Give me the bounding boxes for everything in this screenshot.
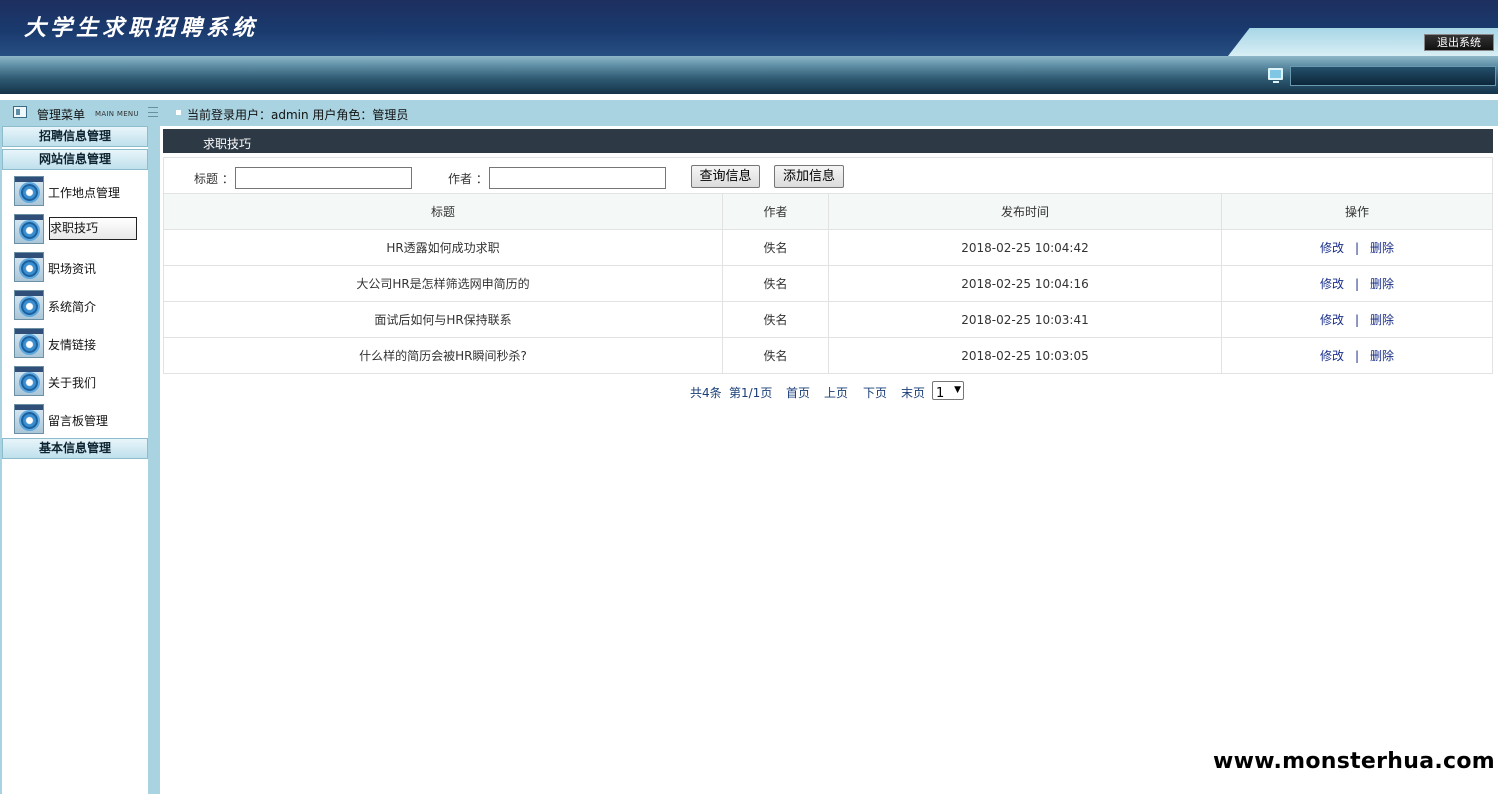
- edit-link[interactable]: 修改: [1320, 241, 1344, 255]
- sidebar-group-recruitment[interactable]: 招聘信息管理: [2, 126, 148, 147]
- gear-window-icon: [14, 404, 44, 434]
- edit-link[interactable]: 修改: [1320, 277, 1344, 291]
- table-row: 什么样的简历会被HR瞬间秒杀? 佚名 2018-02-25 10:03:05 修…: [163, 337, 1493, 374]
- cell-author: 佚名: [722, 229, 829, 266]
- menu-toggle-icon[interactable]: [148, 107, 158, 117]
- edit-link[interactable]: 修改: [1320, 349, 1344, 363]
- logout-button[interactable]: 退出系统: [1424, 34, 1494, 51]
- column-header-author: 作者: [722, 193, 829, 230]
- cell-actions: 修改 | 删除: [1221, 301, 1493, 338]
- table-row: HR透露如何成功求职 佚名 2018-02-25 10:04:42 修改 | 删除: [163, 229, 1493, 266]
- cell-title: 大公司HR是怎样筛选网申简历的: [163, 265, 723, 302]
- sidebar-item-system-intro[interactable]: 系统简介: [14, 290, 138, 320]
- menu-window-icon: [13, 106, 27, 118]
- action-divider: |: [1354, 349, 1360, 363]
- sidebar-item-work-location[interactable]: 工作地点管理: [14, 176, 138, 206]
- top-banner: 大学生求职招聘系统 退出系统: [0, 0, 1498, 56]
- cell-actions: 修改 | 删除: [1221, 337, 1493, 374]
- column-header-title: 标题: [163, 193, 723, 230]
- cell-time: 2018-02-25 10:03:05: [828, 337, 1222, 374]
- table-row: 面试后如何与HR保持联系 佚名 2018-02-25 10:03:41 修改 | 删…: [163, 301, 1493, 338]
- sidebar-item-message-board[interactable]: 留言板管理: [14, 404, 138, 434]
- cell-title: HR透露如何成功求职: [163, 229, 723, 266]
- cell-author: 佚名: [722, 337, 829, 374]
- cell-actions: 修改 | 删除: [1221, 265, 1493, 302]
- gear-window-icon: [14, 328, 44, 358]
- sidebar: 招聘信息管理 网站信息管理 工作地点管理 求职技巧 职场资讯 系统简介 友情链接…: [2, 126, 148, 794]
- pager-page-info: 第1/1页: [729, 386, 773, 400]
- column-header-time: 发布时间: [828, 193, 1222, 230]
- gear-window-icon: [14, 290, 44, 320]
- tips-table: 标题 作者 发布时间 操作 HR透露如何成功求职 佚名 2018-02-25 1…: [163, 193, 1493, 374]
- delete-link[interactable]: 删除: [1370, 349, 1394, 363]
- current-user-info: 当前登录用户：admin 用户角色：管理员: [187, 108, 409, 122]
- sidebar-item-label: 关于我们: [48, 376, 97, 390]
- sidebar-item-label: 工作地点管理: [48, 186, 121, 200]
- toolbar-field: [1290, 66, 1496, 86]
- sidebar-item-label: 系统简介: [48, 300, 97, 314]
- sidebar-item-about-us[interactable]: 关于我们: [14, 366, 138, 396]
- query-button[interactable]: 查询信息: [691, 165, 760, 188]
- sidebar-gutter: [148, 126, 160, 794]
- bullet-icon: [176, 110, 181, 115]
- pager-total: 共4条: [690, 386, 722, 400]
- table-header-row: 标题 作者 发布时间 操作: [163, 193, 1493, 230]
- table-row: 大公司HR是怎样筛选网申简历的 佚名 2018-02-25 10:04:16 修…: [163, 265, 1493, 302]
- menu-subtitle: MAIN MENU: [95, 110, 139, 118]
- author-label: 作者 ：: [448, 172, 488, 186]
- gear-window-icon: [14, 176, 44, 206]
- pager-last-link[interactable]: 末页: [901, 384, 925, 401]
- action-divider: |: [1354, 241, 1360, 255]
- title-label: 标题 ：: [194, 172, 234, 186]
- sidebar-item-friend-links[interactable]: 友情链接: [14, 328, 138, 358]
- menu-title: 管理菜单: [37, 108, 86, 122]
- delete-link[interactable]: 删除: [1370, 313, 1394, 327]
- page-title: 求职技巧: [203, 137, 252, 151]
- status-bar: 管理菜单 MAIN MENU 当前登录用户：admin 用户角色：管理员: [0, 100, 1498, 126]
- column-header-actions: 操作: [1221, 193, 1493, 230]
- toolbar-strip: [0, 56, 1498, 94]
- sidebar-item-label: 求职技巧: [49, 217, 137, 240]
- title-search-input[interactable]: [235, 167, 412, 189]
- gear-window-icon: [14, 252, 44, 282]
- cell-time: 2018-02-25 10:04:16: [828, 265, 1222, 302]
- app-title: 大学生求职招聘系统: [24, 15, 259, 41]
- cell-title: 面试后如何与HR保持联系: [163, 301, 723, 338]
- edit-link[interactable]: 修改: [1320, 313, 1344, 327]
- cell-actions: 修改 | 删除: [1221, 229, 1493, 266]
- delete-link[interactable]: 删除: [1370, 241, 1394, 255]
- add-button[interactable]: 添加信息: [774, 165, 844, 188]
- monitor-icon: [1268, 68, 1283, 83]
- sidebar-group-basic-info[interactable]: 基本信息管理: [2, 438, 148, 459]
- cell-author: 佚名: [722, 301, 829, 338]
- sidebar-item-career-news[interactable]: 职场资讯: [14, 252, 138, 282]
- sidebar-group-site-info[interactable]: 网站信息管理: [2, 149, 148, 170]
- pager-first-link[interactable]: 首页: [786, 384, 810, 401]
- sidebar-item-label: 职场资讯: [48, 262, 97, 276]
- sidebar-item-label: 友情链接: [48, 338, 97, 352]
- action-divider: |: [1354, 313, 1360, 327]
- action-divider: |: [1354, 277, 1360, 291]
- cell-title: 什么样的简历会被HR瞬间秒杀?: [163, 337, 723, 374]
- cell-time: 2018-02-25 10:03:41: [828, 301, 1222, 338]
- page-select-value: 1: [936, 386, 945, 401]
- cell-author: 佚名: [722, 265, 829, 302]
- sidebar-item-job-tips[interactable]: 求职技巧: [14, 214, 138, 244]
- pager-prev-link[interactable]: 上页: [824, 384, 848, 401]
- section-header: 求职技巧: [163, 129, 1493, 153]
- watermark-text: www.monsterhua.com: [1212, 749, 1495, 774]
- author-search-input[interactable]: [489, 167, 666, 189]
- gear-window-icon: [14, 214, 44, 244]
- sidebar-item-label: 留言板管理: [48, 414, 109, 428]
- gear-window-icon: [14, 366, 44, 396]
- delete-link[interactable]: 删除: [1370, 277, 1394, 291]
- search-form: 标题 ： 作者 ： 查询信息 添加信息: [163, 157, 1493, 194]
- cell-time: 2018-02-25 10:04:42: [828, 229, 1222, 266]
- pager-next-link[interactable]: 下页: [863, 384, 887, 401]
- page-select[interactable]: 1: [932, 381, 964, 401]
